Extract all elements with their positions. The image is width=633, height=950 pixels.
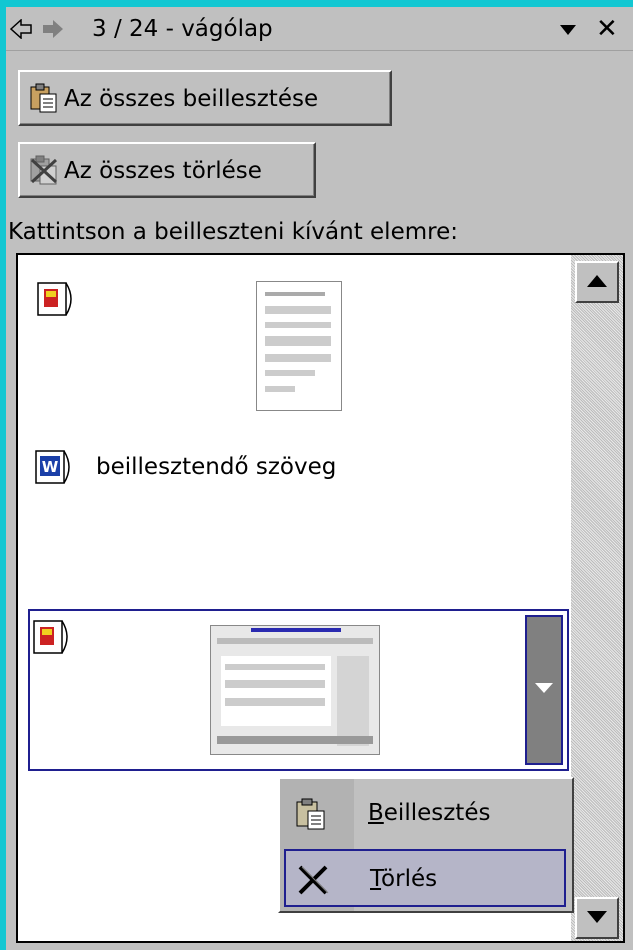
scroll-down-icon xyxy=(587,911,607,923)
svg-text:W: W xyxy=(42,458,59,476)
menu-item-label: Beillesztés xyxy=(368,800,491,826)
menu-item-label: Törlés xyxy=(370,866,438,892)
task-pane-title: 3 / 24 - vágólap xyxy=(92,16,273,42)
clip-text-preview: beillesztendő szöveg xyxy=(96,454,337,480)
menu-item-delete[interactable]: Törlés xyxy=(284,849,566,907)
list-item[interactable] xyxy=(28,265,569,415)
delete-icon xyxy=(298,865,329,895)
word-clip-icon: W xyxy=(35,450,70,484)
window-frame-top xyxy=(0,0,633,7)
vertical-scrollbar[interactable] xyxy=(571,255,623,941)
forward-arrow-icon[interactable] xyxy=(42,19,64,39)
back-arrow-icon[interactable] xyxy=(10,19,32,39)
scroll-up-icon xyxy=(587,275,607,287)
clip-thumbnail xyxy=(256,281,342,411)
clear-all-label: Az összes törlése xyxy=(64,158,262,184)
chevron-down-icon xyxy=(535,683,553,693)
paste-icon xyxy=(296,798,325,830)
item-menu-dropdown[interactable] xyxy=(525,615,563,765)
chevron-down-icon[interactable] xyxy=(560,25,576,35)
powerpoint-clip-icon xyxy=(33,620,68,654)
instruction-text: Kattintson a beilleszteni kívánt elemre: xyxy=(8,219,458,245)
paste-all-button[interactable]: Az összes beillesztése xyxy=(18,70,392,126)
close-icon[interactable]: ✕ xyxy=(596,15,618,43)
scroll-down-button[interactable] xyxy=(575,897,619,939)
task-pane-title-bar: 3 / 24 - vágólap ✕ xyxy=(6,7,633,51)
paste-all-label: Az összes beillesztése xyxy=(64,86,319,112)
clear-all-icon xyxy=(30,155,58,185)
window-frame-left xyxy=(0,0,6,950)
clear-all-button[interactable]: Az összes törlése xyxy=(18,142,316,198)
powerpoint-clip-icon xyxy=(37,282,72,316)
list-item[interactable]: W xyxy=(28,423,569,553)
list-item-selected[interactable] xyxy=(28,609,569,771)
clip-thumbnail xyxy=(210,625,380,755)
paste-all-icon xyxy=(30,83,57,113)
menu-item-paste[interactable]: Beillesztés xyxy=(284,785,566,843)
item-context-menu: Beillesztés Törlés xyxy=(278,777,574,913)
scroll-up-button[interactable] xyxy=(575,261,619,303)
